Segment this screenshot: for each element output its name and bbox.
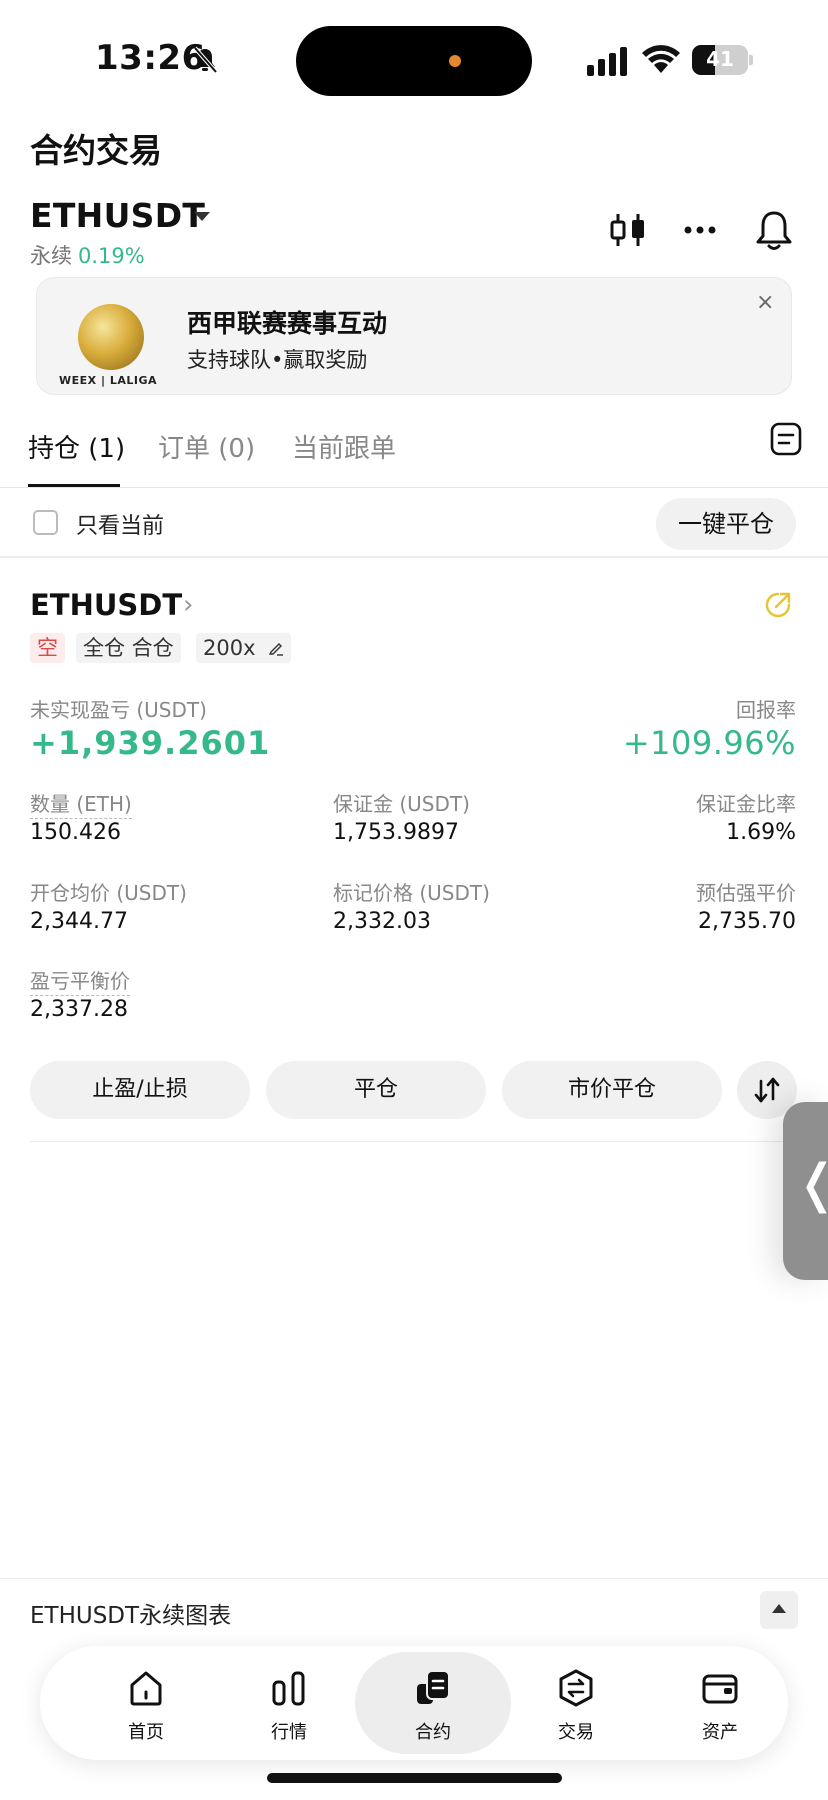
- page-title: 合约交易: [30, 131, 162, 170]
- contract-type: 永续: [30, 244, 72, 268]
- chevron-left-icon: ❬: [795, 1158, 828, 1210]
- status-bar: 13:26 41: [0, 0, 828, 120]
- quantity-value: 150.426: [30, 820, 121, 845]
- promo-banner[interactable]: WEEX | LALIGA 西甲联赛赛事互动 支持球队•赢取奖励 ×: [36, 277, 792, 395]
- leverage-value: 200x: [203, 636, 256, 660]
- margin-mode-tag: 全仓 合仓: [76, 633, 181, 663]
- banner-logo: WEEX | LALIGA: [59, 374, 157, 387]
- battery-indicator: 41: [692, 45, 754, 75]
- quantity-label[interactable]: 数量 (ETH): [30, 788, 132, 819]
- wallet-icon: [702, 1674, 738, 1704]
- market-icon: [272, 1671, 305, 1706]
- entry-price-value: 2,344.77: [30, 909, 128, 934]
- bottom-nav: 首页 行情 合约 交易 资产: [40, 1646, 788, 1760]
- nav-futures[interactable]: 合约: [355, 1646, 511, 1760]
- banner-title: 西甲联赛赛事互动: [187, 309, 388, 338]
- dynamic-island: [296, 26, 532, 96]
- notification-bell-icon[interactable]: [752, 208, 796, 252]
- market-change-row: 永续 0.19%: [30, 240, 145, 270]
- futures-icon: [417, 1670, 450, 1704]
- order-history-icon[interactable]: [770, 422, 802, 456]
- recording-dot: [449, 55, 461, 67]
- unrealized-pnl-value: +1,939.2601: [30, 724, 271, 762]
- status-time: 13:26: [95, 38, 206, 78]
- side-drawer-handle[interactable]: ❬: [783, 1102, 828, 1280]
- roe-value: +109.96%: [622, 724, 796, 762]
- chart-expand-icon[interactable]: [760, 1591, 798, 1629]
- position-symbol[interactable]: ETHUSDT: [30, 588, 182, 622]
- chart-bar-divider: [0, 1578, 828, 1579]
- chevron-right-icon[interactable]: ›: [183, 590, 193, 620]
- card-divider: [30, 1141, 798, 1142]
- tp-sl-button[interactable]: 止盈/止损: [30, 1061, 250, 1119]
- nav-market-label: 行情: [271, 1722, 307, 1743]
- tab-positions[interactable]: 持仓 (1): [28, 428, 125, 465]
- nav-trade[interactable]: 交易: [516, 1646, 636, 1760]
- nav-home-label: 首页: [128, 1722, 164, 1743]
- roe-label: 回报率: [736, 698, 796, 722]
- margin-ratio-value: 1.69%: [726, 820, 796, 845]
- tab-orders[interactable]: 订单 (0): [158, 428, 255, 465]
- close-position-button[interactable]: 平仓: [266, 1061, 486, 1119]
- section-divider: [0, 556, 828, 558]
- nav-futures-label: 合约: [415, 1722, 451, 1743]
- market-symbol[interactable]: ETHUSDT: [30, 196, 205, 235]
- bell-muted-icon: [193, 46, 218, 74]
- unrealized-pnl-label: 未实现盈亏 (USDT): [30, 698, 207, 722]
- chart-bar-label[interactable]: ETHUSDT永续图表: [30, 1596, 231, 1630]
- breakeven-price-value: 2,337.28: [30, 997, 128, 1022]
- nav-assets[interactable]: 资产: [660, 1646, 780, 1760]
- current-only-label: 只看当前: [76, 514, 165, 539]
- nav-market[interactable]: 行情: [229, 1646, 349, 1760]
- symbol-dropdown-icon[interactable]: [194, 212, 210, 221]
- market-close-button[interactable]: 市价平仓: [502, 1061, 722, 1119]
- nav-trade-label: 交易: [558, 1722, 594, 1743]
- tab-copy-trades[interactable]: 当前跟单: [292, 428, 396, 465]
- nav-home[interactable]: 首页: [86, 1646, 206, 1760]
- filter-row: 只看当前 一键平仓: [0, 488, 828, 558]
- nav-assets-label: 资产: [702, 1722, 738, 1743]
- home-icon: [130, 1671, 162, 1706]
- banner-subtitle: 支持球队•赢取奖励: [187, 348, 368, 372]
- entry-price-label: 开仓均价 (USDT): [30, 881, 187, 905]
- more-options-icon[interactable]: [678, 208, 722, 252]
- side-tag-short: 空: [30, 633, 65, 663]
- leverage-tag[interactable]: 200x: [196, 633, 292, 663]
- banner-close-icon[interactable]: ×: [756, 292, 774, 314]
- golden-football-icon: [78, 304, 144, 370]
- breakeven-price-label[interactable]: 盈亏平衡价: [30, 965, 130, 996]
- margin-value: 1,753.9897: [333, 820, 459, 845]
- edit-pencil-icon: [269, 643, 284, 656]
- close-all-button[interactable]: 一键平仓: [656, 498, 796, 550]
- price-change: 0.19%: [78, 244, 145, 268]
- margin-ratio-label: 保证金比率: [696, 792, 796, 816]
- candlestick-chart-icon[interactable]: [606, 208, 650, 252]
- mark-price-label: 标记价格 (USDT): [333, 881, 490, 905]
- battery-percent: 41: [706, 47, 734, 71]
- current-only-checkbox[interactable]: [33, 510, 58, 535]
- margin-label: 保证金 (USDT): [333, 792, 470, 816]
- liquidation-price-value: 2,735.70: [698, 909, 796, 934]
- mark-price-value: 2,332.03: [333, 909, 431, 934]
- wifi-icon: [642, 45, 680, 73]
- trade-icon: [559, 1669, 593, 1707]
- liquidation-price-label: 预估强平价: [696, 881, 796, 905]
- share-icon[interactable]: [763, 590, 793, 620]
- home-indicator: [267, 1773, 562, 1783]
- cellular-signal-icon: [587, 47, 627, 76]
